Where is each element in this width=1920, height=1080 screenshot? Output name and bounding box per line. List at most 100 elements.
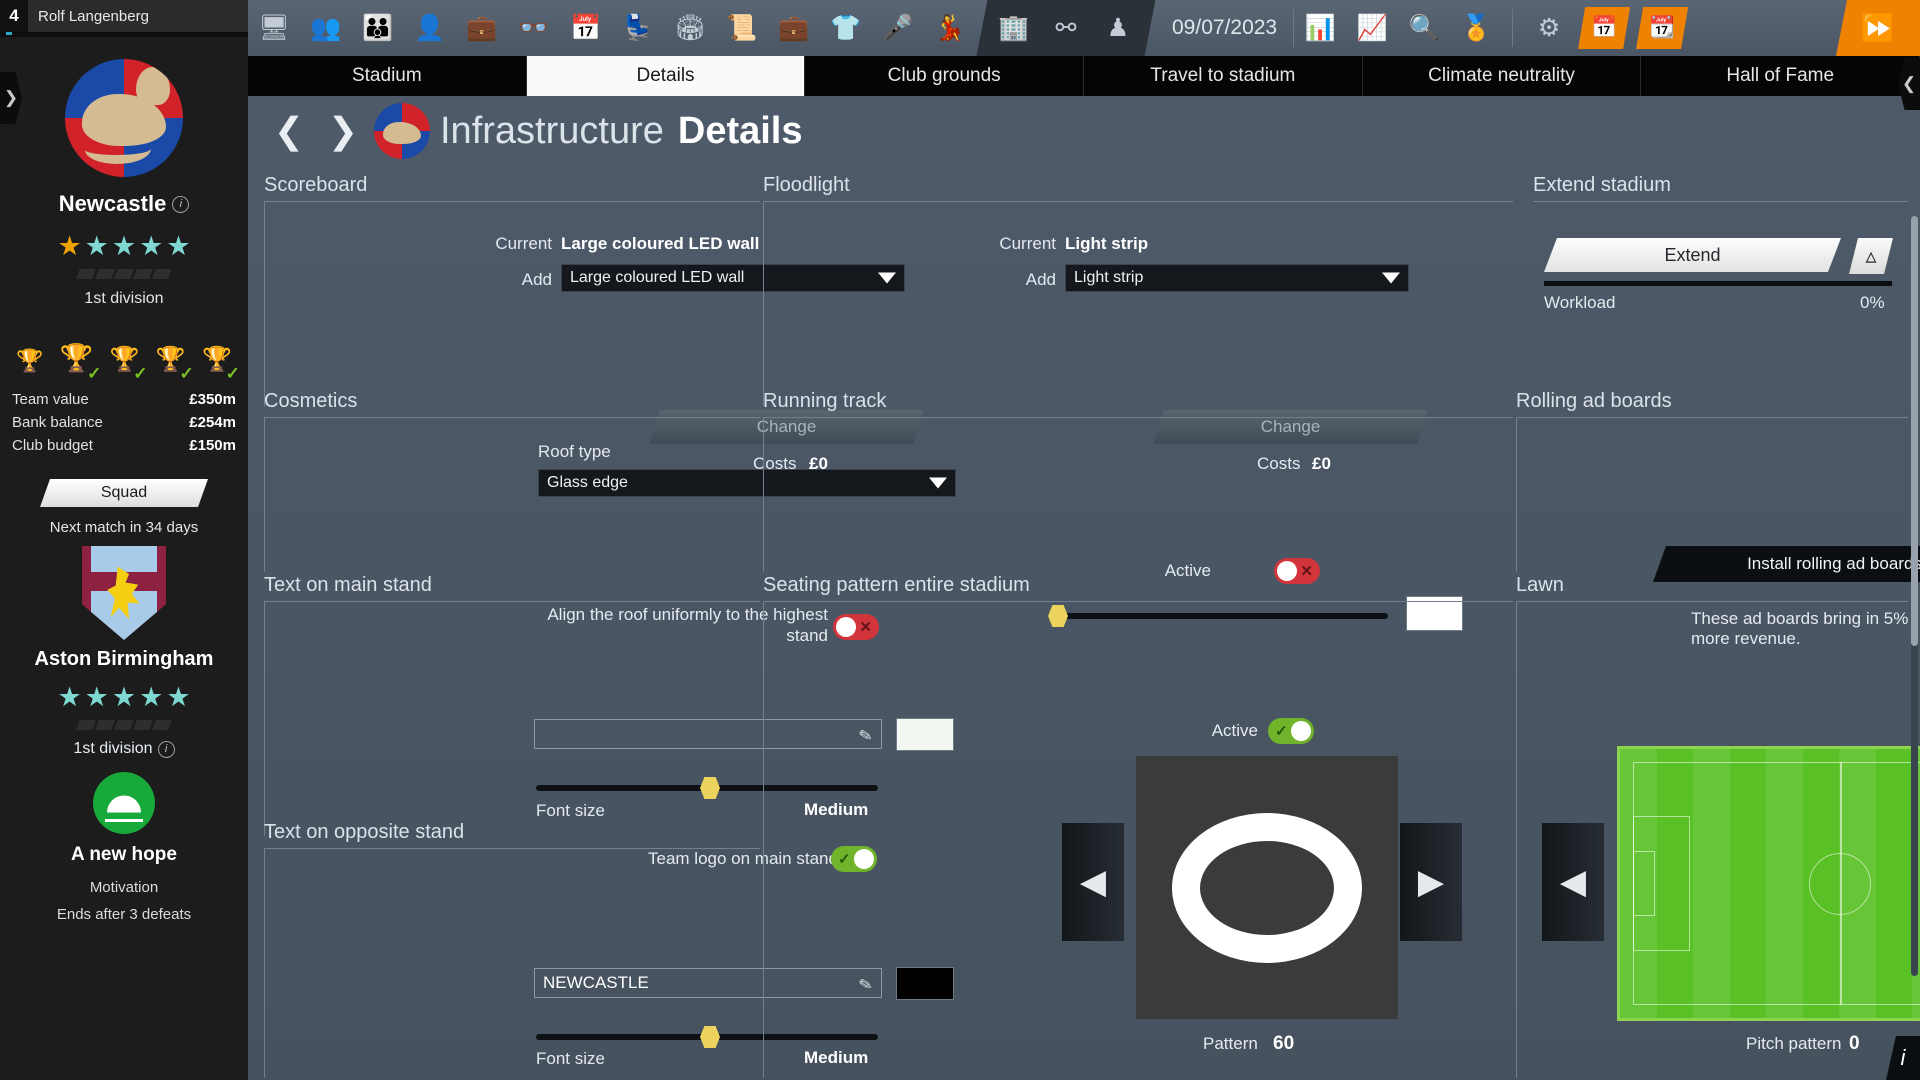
lawn-pitch-preview bbox=[1617, 746, 1920, 1021]
scoreboard-legend: Scoreboard bbox=[264, 174, 368, 196]
awards-icon[interactable]: 🏅 bbox=[1450, 0, 1502, 56]
tab-travel-to-stadium[interactable]: Travel to stadium bbox=[1084, 56, 1363, 96]
workload-bar bbox=[1544, 281, 1892, 286]
opponent-name: Aston Birmingham bbox=[34, 648, 214, 670]
tab-bar: Stadium Details Club grounds Travel to s… bbox=[248, 56, 1920, 96]
seating-prev-button[interactable]: ◀ bbox=[1062, 823, 1124, 941]
seating-active-label: Active bbox=[1211, 721, 1258, 740]
workload-label: Workload bbox=[1544, 293, 1616, 312]
finance-value: £350m bbox=[189, 391, 236, 408]
opposite-stand-font-size-label: Font size bbox=[536, 1049, 605, 1068]
medical-icon[interactable]: 💼 bbox=[456, 0, 508, 56]
squad-button[interactable]: Squad bbox=[40, 479, 208, 507]
text-opposite-stand-legend: Text on opposite stand bbox=[264, 821, 465, 843]
scoreboard-add-value: Large coloured LED wall bbox=[570, 269, 745, 286]
opponent-star-rating: ★ ★ ★ ★ ★ bbox=[57, 682, 191, 712]
pattern-value: 60 bbox=[1273, 1033, 1295, 1054]
finance-row: Club budget £150m bbox=[12, 434, 236, 457]
lawn-prev-button[interactable]: ◀ bbox=[1542, 823, 1604, 941]
seating-oval-shape bbox=[1172, 812, 1362, 963]
stadium-icon[interactable]: 🏟 bbox=[664, 0, 716, 56]
next-page-button[interactable]: ❯ bbox=[316, 110, 370, 152]
fast-forward-icon[interactable]: ⏩ bbox=[1836, 0, 1920, 56]
calendar-week-icon[interactable]: 📅 bbox=[1578, 7, 1630, 49]
calendar-month-icon[interactable]: 📆 bbox=[1636, 7, 1688, 49]
rolling-ad-boards-legend: Rolling ad boards bbox=[1516, 390, 1672, 412]
scoreboard-panel bbox=[264, 201, 760, 406]
floodlight-add-value: Light strip bbox=[1074, 269, 1144, 286]
tab-details[interactable]: Details bbox=[526, 56, 806, 96]
player-icon[interactable]: ♟ bbox=[1092, 0, 1144, 56]
tactics-icon[interactable]: ⚯ bbox=[1040, 0, 1092, 56]
infrastructure-icon[interactable]: 🏢 bbox=[988, 0, 1040, 56]
opponent-crest bbox=[0, 546, 248, 640]
staff-icon[interactable]: 👤 bbox=[404, 0, 456, 56]
motivation-title: A new hope bbox=[71, 844, 177, 865]
content-scrollbar[interactable] bbox=[1911, 216, 1918, 976]
training-icon[interactable]: 👕 bbox=[820, 0, 872, 56]
search-icon[interactable]: 🔍 bbox=[1398, 0, 1450, 56]
chevron-down-icon bbox=[1382, 272, 1400, 284]
pitch-pattern-label: Pitch pattern bbox=[1746, 1034, 1842, 1053]
tab-stadium[interactable]: Stadium bbox=[248, 56, 527, 96]
finance-value: £254m bbox=[189, 414, 236, 431]
tab-climate-neutrality[interactable]: Climate neutrality bbox=[1363, 56, 1642, 96]
trophy-bronze-icon: 🏆 ✓ bbox=[155, 346, 194, 383]
office-icon[interactable]: 🖥 bbox=[248, 0, 300, 56]
sunrise-icon bbox=[93, 772, 155, 834]
motivation-detail: Ends after 3 defeats bbox=[56, 906, 192, 923]
page-crest-icon bbox=[374, 103, 430, 159]
club-crest bbox=[0, 59, 248, 177]
floodlight-add-label: Add bbox=[1025, 270, 1056, 289]
seating-next-button[interactable]: ▶ bbox=[1400, 823, 1462, 941]
finance-row: Bank balance £254m bbox=[12, 411, 236, 434]
workload-value: 0% bbox=[1860, 293, 1885, 312]
fans-icon[interactable]: 💃 bbox=[924, 0, 976, 56]
expand-3d-icon[interactable]: ▵ bbox=[1849, 238, 1893, 274]
club-name: Newcastle bbox=[58, 191, 167, 216]
floodlight-add-select[interactable]: Light strip bbox=[1065, 264, 1409, 292]
floodlight-current-value: Light strip bbox=[1065, 234, 1149, 253]
statistics-icon[interactable]: 📈 bbox=[1346, 0, 1398, 56]
floodlight-panel bbox=[763, 201, 1513, 406]
opponent-info-icon[interactable]: i bbox=[157, 740, 175, 758]
manager-progress bbox=[0, 32, 248, 37]
squad-icon[interactable]: 👥 bbox=[300, 0, 352, 56]
prev-page-button[interactable]: ❮ bbox=[262, 110, 316, 152]
seating-active-toggle[interactable]: ✓ bbox=[1268, 718, 1314, 744]
cat-icon bbox=[81, 67, 170, 164]
tab-club-grounds[interactable]: Club grounds bbox=[805, 56, 1085, 96]
running-track-toggle[interactable]: ✕ bbox=[1274, 558, 1320, 584]
calendar-31-icon[interactable]: 📅 bbox=[560, 0, 612, 56]
finance-icon[interactable]: 📜 bbox=[716, 0, 768, 56]
opponent-division: 1st division bbox=[73, 740, 153, 757]
transfer-icon[interactable]: 💼 bbox=[768, 0, 820, 56]
youth-icon[interactable]: 👪 bbox=[352, 0, 404, 56]
extend-button[interactable]: Extend bbox=[1544, 238, 1841, 272]
install-rolling-ad-boards-button[interactable]: Install rolling ad boards bbox=[1653, 546, 1920, 582]
extend-stadium-panel bbox=[1533, 201, 1908, 202]
opposite-stand-text-value: NEWCASTLE bbox=[543, 973, 649, 992]
manager-level: 4 bbox=[0, 0, 28, 32]
finance-label: Bank balance bbox=[12, 414, 103, 431]
floodlight-current-label: Current bbox=[999, 234, 1056, 253]
scoreboard-add-label: Add bbox=[521, 270, 552, 289]
app-root: 4 Rolf Langenberg ❯ Newcastle i ★ ★ ★ ★ ★ 1s… bbox=[0, 0, 1920, 1080]
club-info-icon[interactable]: i bbox=[172, 195, 190, 213]
running-track-panel bbox=[763, 417, 1513, 572]
pitch-pattern-value: 0 bbox=[1849, 1033, 1860, 1054]
boardroom-icon[interactable]: 💺 bbox=[612, 0, 664, 56]
scouting-icon[interactable]: 👓 bbox=[508, 0, 560, 56]
seating-pattern-preview bbox=[1136, 756, 1398, 1019]
scoreboard-current-label: Current bbox=[495, 234, 552, 253]
club-strength-bars bbox=[0, 269, 248, 279]
manager-bar[interactable]: 4 Rolf Langenberg bbox=[0, 0, 248, 32]
press-icon[interactable]: 🎤 bbox=[872, 0, 924, 56]
page-title-text: Details bbox=[677, 109, 803, 152]
manager-name: Rolf Langenberg bbox=[38, 7, 149, 25]
gear-icon[interactable]: ⚙ bbox=[1523, 0, 1575, 56]
roof-type-value: Glass edge bbox=[547, 474, 628, 491]
club-division: 1st division bbox=[84, 290, 164, 307]
coach-presentation-icon[interactable]: 📊 bbox=[1294, 0, 1346, 56]
tab-hall-of-fame[interactable]: Hall of Fame bbox=[1641, 56, 1920, 96]
